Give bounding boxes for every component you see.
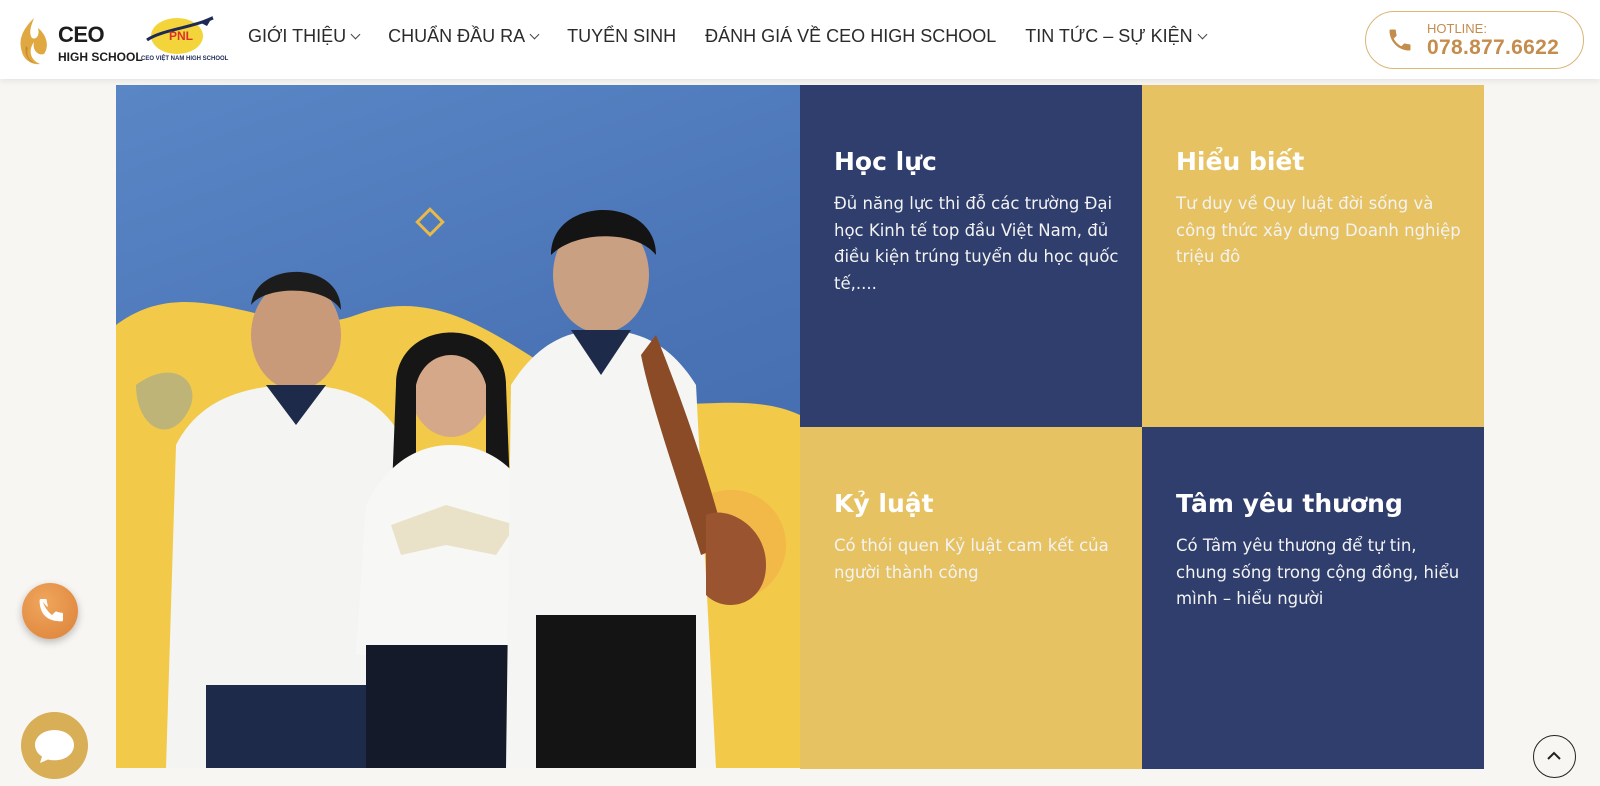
tile-ky-luat: Kỷ luật Có thói quen Kỷ luật cam kết của…	[800, 427, 1142, 769]
chevron-down-icon	[350, 29, 361, 40]
nav-label: TUYỂN SINH	[567, 26, 677, 46]
hotline-label: HOTLINE:	[1427, 21, 1487, 36]
pnl-logo[interactable]: PNL CEO VIỆT NAM HIGH SCHOOL	[141, 10, 229, 68]
tile-tam-yeu-thuong: Tâm yêu thương Có Tâm yêu thương để tự t…	[1142, 427, 1484, 769]
flame-logo-icon	[20, 18, 47, 65]
nav-label: CHUẨN ĐẦU RA	[388, 26, 526, 46]
tile-hieu-biet: Hiểu biết Tư duy về Quy luật đời sống và…	[1142, 85, 1484, 427]
tile-title: Tâm yêu thương	[1176, 489, 1403, 518]
hotline-button[interactable]: HOTLINE: 078.877.6622	[1365, 11, 1584, 69]
nav-item-tin-tuc[interactable]: TIN TỨC – SỰ KIỆN	[1025, 26, 1208, 47]
pnl-subtitle: CEO VIỆT NAM HIGH SCHOOL	[141, 56, 229, 62]
nav-label: ĐÁNH GIÁ VỀ CEO HIGH SCHOOL	[705, 26, 997, 46]
hotline-number: 078.877.6622	[1427, 36, 1560, 59]
nav-item-danh-gia[interactable]: ĐÁNH GIÁ VỀ CEO HIGH SCHOOL	[705, 26, 996, 47]
students-illustration	[116, 207, 800, 768]
tile-description: Có Tâm yêu thương để tự tin, chung sống …	[1176, 536, 1460, 608]
logo-highschool-text: HIGH SCHOOL	[58, 50, 143, 64]
nav-item-tuyen-sinh[interactable]: TUYỂN SINH	[567, 26, 676, 47]
nav-item-gioi-thieu[interactable]: GIỚI THIỆU	[248, 26, 361, 47]
logo-ceo-text: CEO	[58, 22, 105, 47]
ceo-logo[interactable]: CEO HIGH SCHOOL	[14, 14, 143, 68]
phone-icon	[39, 599, 63, 622]
site-header: CEO HIGH SCHOOL PNL CEO VIỆT NAM HIGH SC…	[0, 0, 1600, 79]
main-nav: GIỚI THIỆU CHUẨN ĐẦU RA TUYỂN SINH ĐÁNH …	[248, 26, 1235, 47]
chevron-down-icon	[529, 29, 540, 40]
tile-hoc-luc: Học lực Đủ năng lực thi đỗ các trường Đạ…	[800, 85, 1142, 427]
tile-description: Đủ năng lực thi đỗ các trường Đại học Ki…	[834, 194, 1119, 293]
pnl-emblem-icon: PNL	[146, 16, 214, 54]
chat-bubble-icon	[35, 730, 74, 763]
scroll-to-top-button[interactable]	[1533, 735, 1576, 778]
tile-description: Tư duy về Quy luật đời sống và công thức…	[1176, 194, 1461, 266]
tile-description: Có thói quen Kỷ luật cam kết của người t…	[834, 536, 1109, 582]
students-photo	[116, 85, 800, 768]
nav-label: GIỚI THIỆU	[248, 26, 347, 46]
floating-call-button[interactable]	[22, 583, 78, 639]
nav-item-chuan-dau-ra[interactable]: CHUẨN ĐẦU RA	[388, 26, 540, 47]
chevron-down-icon	[1197, 29, 1208, 40]
tile-title: Học lực	[834, 147, 937, 176]
floating-chat-button[interactable]	[21, 712, 88, 779]
chevron-up-icon	[1547, 751, 1561, 760]
pnl-text: PNL	[169, 29, 193, 43]
tile-title: Kỷ luật	[834, 489, 934, 518]
tile-title: Hiểu biết	[1176, 147, 1305, 176]
nav-label: TIN TỨC – SỰ KIỆN	[1025, 26, 1193, 46]
phone-icon	[1389, 29, 1411, 51]
